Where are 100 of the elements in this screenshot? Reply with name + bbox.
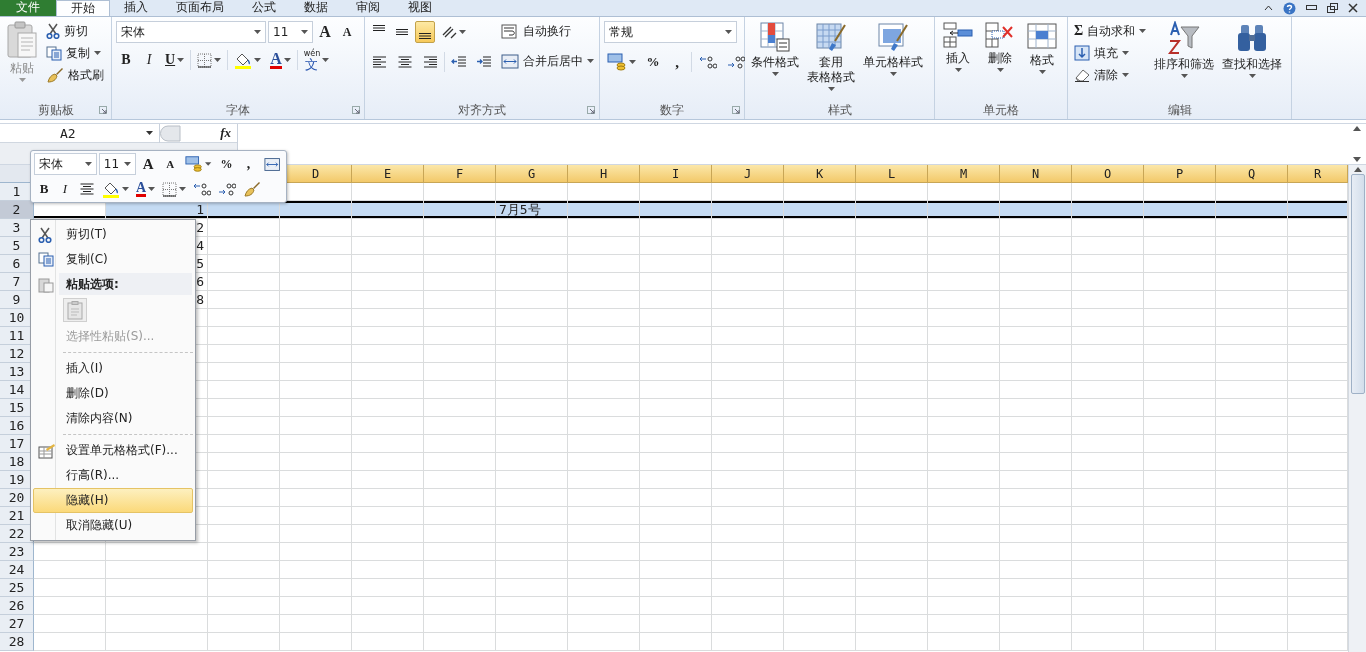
vertical-align-icon: [373, 25, 385, 31]
menu-item[interactable]: 插入(I): [33, 356, 193, 381]
ribbon-tab[interactable]: 审阅: [342, 0, 394, 16]
column-header[interactable]: O: [1072, 165, 1144, 183]
file-tab[interactable]: 文件: [0, 0, 56, 16]
ribbon-tab[interactable]: 数据: [290, 0, 342, 16]
editing-command[interactable]: 清除: [1072, 65, 1149, 85]
dialog-launcher-icon[interactable]: [352, 106, 360, 114]
text-orientation-icon: [441, 25, 457, 39]
column-header[interactable]: L: [856, 165, 928, 183]
italic-button[interactable]: I: [55, 178, 75, 200]
clipboard-command[interactable]: 复制: [44, 43, 106, 63]
dialog-launcher-icon[interactable]: [587, 106, 595, 114]
menu-item[interactable]: 清除内容(N): [33, 406, 193, 431]
caret-icon: [179, 187, 187, 191]
horizontal-align-icon: [372, 55, 388, 69]
paintbrush-icon: [46, 67, 64, 83]
menu-item[interactable]: 隐藏(H): [33, 488, 193, 513]
font-color-button[interactable]: A: [267, 49, 294, 71]
row-header[interactable]: 2: [0, 201, 34, 219]
caret-icon: [122, 187, 129, 191]
editing-command[interactable]: 填充: [1072, 43, 1149, 63]
number-format-select[interactable]: 常规: [604, 21, 737, 43]
column-header[interactable]: N: [1000, 165, 1072, 183]
wrap-text-icon: [501, 23, 519, 39]
column-header[interactable]: M: [928, 165, 1000, 183]
row-header[interactable]: 28: [0, 633, 34, 651]
font-color-button[interactable]: A: [133, 178, 159, 200]
clipboard-command[interactable]: 剪切: [44, 21, 106, 41]
ribbon-tab[interactable]: 页面布局: [162, 0, 238, 16]
font-select[interactable]: 宋体: [116, 21, 266, 43]
editing-command[interactable]: Σ 自动求和: [1072, 21, 1149, 41]
shrink-font-button[interactable]: A: [337, 21, 357, 43]
caret-icon: [94, 51, 101, 55]
column-header[interactable]: K: [784, 165, 856, 183]
row-header[interactable]: 22: [0, 525, 34, 543]
ribbon-tab[interactable]: 视图: [394, 0, 446, 16]
column-header[interactable]: H: [568, 165, 640, 183]
ribbon-tab[interactable]: 公式: [238, 0, 290, 16]
underline-button[interactable]: U: [162, 49, 188, 71]
font-select[interactable]: 宋体: [34, 153, 97, 175]
menu-item[interactable]: 取消隐藏(U): [33, 513, 193, 538]
comma-button[interactable]: ,: [238, 153, 259, 175]
column-header[interactable]: P: [1144, 165, 1216, 183]
copy-icon: [46, 45, 62, 61]
cells-button[interactable]: 删除: [981, 21, 1019, 102]
wrap-text-button[interactable]: 自动换行: [499, 21, 596, 41]
scroll-down-icon: [1353, 157, 1361, 162]
currency-button[interactable]: [604, 51, 639, 73]
dialog-launcher-icon[interactable]: [99, 106, 107, 114]
clipboard-command[interactable]: 格式刷: [44, 65, 106, 85]
cell-style-brush-icon: [877, 21, 909, 53]
phonetic-button[interactable]: wén 文: [300, 49, 333, 71]
editing-button[interactable]: 查找和选择: [1220, 21, 1285, 102]
column-header[interactable]: I: [640, 165, 712, 183]
menu-item[interactable]: 行高(R)...: [33, 463, 193, 488]
font-size-select[interactable]: 11: [98, 153, 137, 175]
row-header[interactable]: 24: [0, 561, 34, 579]
font-size-select[interactable]: 11: [268, 21, 313, 43]
bold-button[interactable]: B: [34, 178, 54, 200]
vertical-scrollbar[interactable]: [1348, 165, 1366, 652]
vertical-align-button[interactable]: [415, 21, 435, 43]
menu-item[interactable]: 设置单元格格式(F)...: [33, 438, 193, 463]
row-header[interactable]: 26: [0, 597, 34, 615]
increase-indent-icon: [476, 55, 492, 69]
group-title: 剪贴板: [37, 102, 74, 119]
style-button[interactable]: 条件格式: [749, 21, 801, 102]
row-header[interactable]: 25: [0, 579, 34, 597]
cells-button[interactable]: 格式: [1023, 21, 1061, 102]
column-header[interactable]: J: [712, 165, 784, 183]
style-button[interactable]: 套用 表格格式: [805, 21, 857, 102]
menu-item[interactable]: 删除(D): [33, 381, 193, 406]
ribbon-tab[interactable]: 插入: [110, 0, 162, 16]
caret-icon: [1180, 74, 1188, 78]
grow-font-button[interactable]: A: [138, 153, 159, 175]
column-header[interactable]: G: [496, 165, 568, 183]
comma-button[interactable]: ,: [667, 51, 687, 73]
cells-button[interactable]: 插入: [939, 21, 977, 102]
percent-button[interactable]: %: [643, 51, 663, 73]
dialog-launcher-icon[interactable]: [732, 106, 740, 114]
group-title: 字体: [226, 102, 250, 119]
column-header[interactable]: R: [1288, 165, 1348, 183]
column-header[interactable]: F: [424, 165, 496, 183]
menu-section-header: 粘贴选项:: [59, 273, 192, 295]
row-header[interactable]: 27: [0, 615, 34, 633]
grow-font-button[interactable]: A: [315, 21, 335, 43]
insert-function-button[interactable]: fx: [220, 125, 231, 141]
row-header[interactable]: 23: [0, 543, 34, 561]
bold-button[interactable]: B: [116, 49, 136, 71]
style-button[interactable]: 单元格样式: [861, 21, 925, 102]
editing-button[interactable]: 排序和筛选: [1152, 21, 1217, 102]
column-header[interactable]: Q: [1216, 165, 1288, 183]
percent-button[interactable]: %: [216, 153, 237, 175]
merge-center-button[interactable]: 合并后居中: [499, 51, 596, 71]
column-header[interactable]: E: [352, 165, 424, 183]
shrink-font-button[interactable]: A: [160, 153, 181, 175]
ribbon-tab[interactable]: 开始: [56, 0, 110, 16]
scrollbar-thumb[interactable]: [1350, 174, 1365, 394]
italic-button[interactable]: I: [139, 49, 159, 71]
caret-icon: [629, 60, 636, 64]
